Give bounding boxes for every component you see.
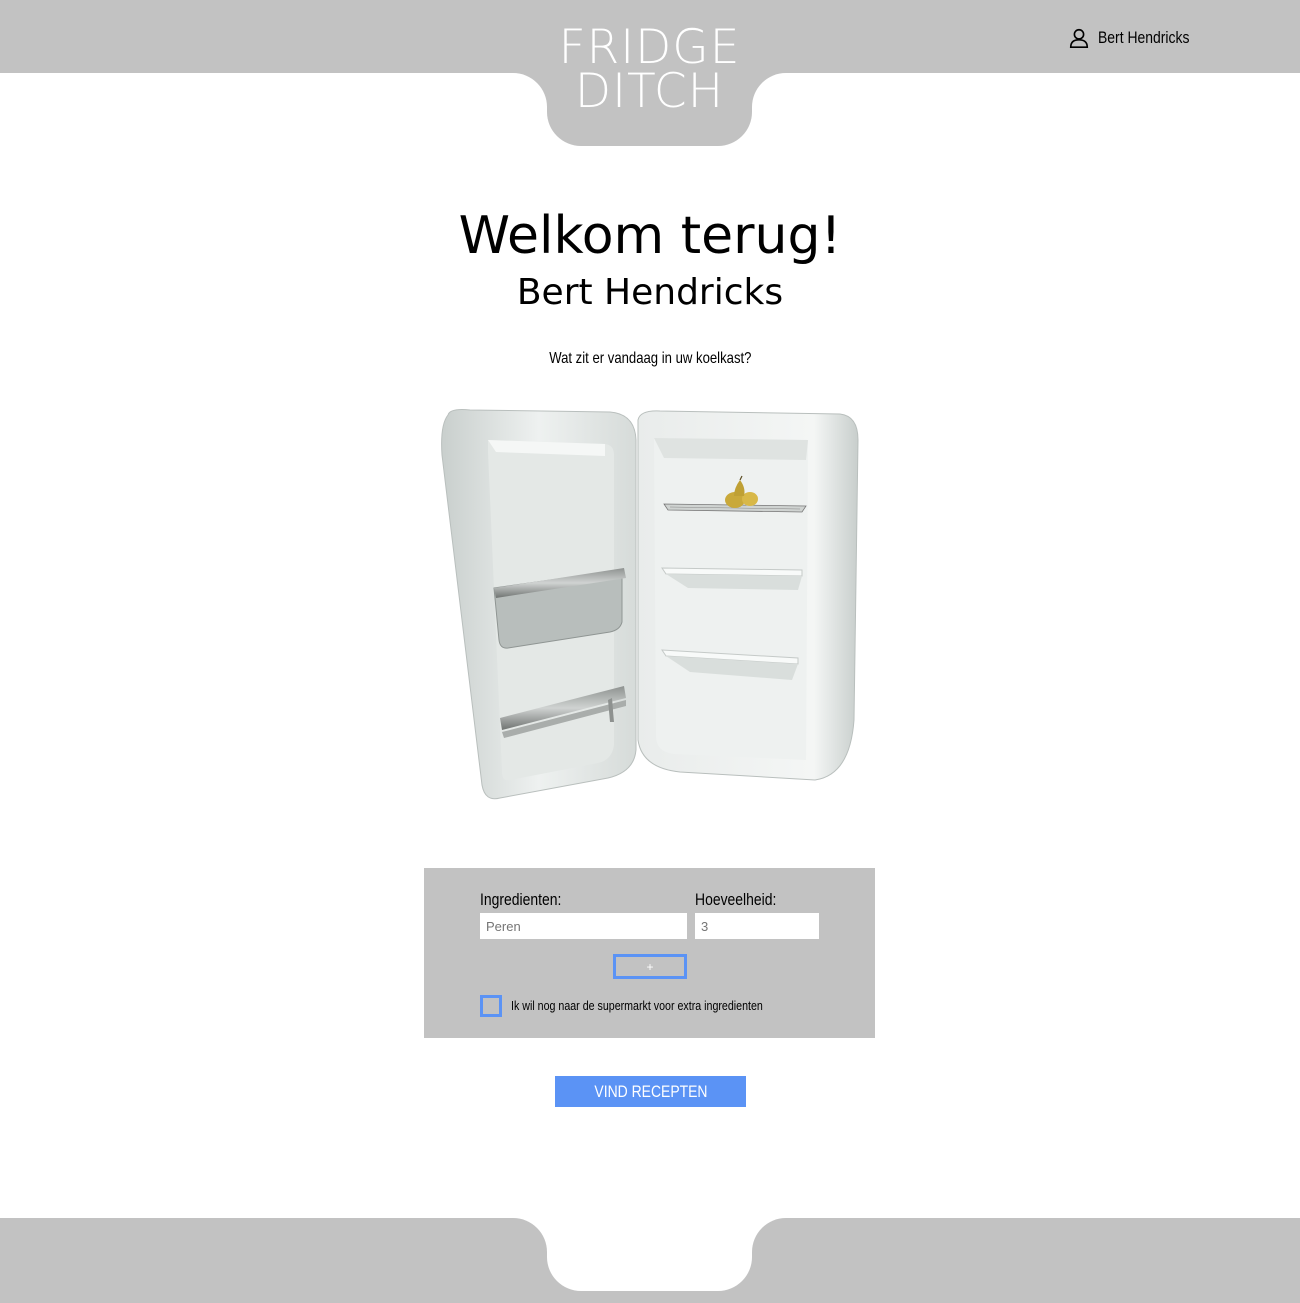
ingredients-label-text: Ingredienten:: [480, 890, 562, 909]
logo-line-2: DITCH: [574, 64, 725, 119]
fridge-question-text: Wat zit er vandaag in uw koelkast?: [548, 350, 752, 367]
supermarket-checkbox-label-text: Ik wil nog naar de supermarkt voor extra…: [511, 998, 763, 1013]
user-menu[interactable]: Bert Hendricks: [1068, 25, 1209, 51]
header-user-name: Bert Hendricks: [1098, 28, 1190, 47]
quantity-input[interactable]: [695, 913, 819, 939]
open-fridge-illustration: [441, 409, 859, 800]
find-recipes-label: VIND RECEPTEN: [593, 1082, 708, 1101]
user-icon: [1069, 28, 1089, 48]
welcome-heading: Welkom terug!: [458, 206, 842, 266]
add-ingredient-button[interactable]: +: [613, 954, 687, 979]
footer-tab: [547, 1218, 752, 1291]
supermarket-checkbox[interactable]: [480, 995, 502, 1017]
logo[interactable]: FRIDGE DITCH: [547, 24, 752, 119]
welcome-user-name: Bert Hendricks: [516, 272, 784, 313]
header-corner-left: [513, 73, 547, 107]
ingredient-input[interactable]: [480, 913, 687, 939]
supermarket-checkbox-label: Ik wil nog naar de supermarkt voor extra…: [511, 997, 818, 1015]
footer-corner-right: [752, 1218, 786, 1252]
footer-corner-left: [513, 1218, 547, 1252]
find-recipes-button[interactable]: VIND RECEPTEN: [555, 1076, 746, 1107]
ingredients-label: Ingredienten:: [480, 889, 579, 911]
header-corner-right: [752, 73, 786, 107]
quantity-label: Hoeveelheid:: [695, 889, 794, 911]
quantity-label-text: Hoeveelheid:: [695, 890, 777, 909]
fridge-question: Wat zit er vandaag in uw koelkast?: [0, 348, 1300, 370]
